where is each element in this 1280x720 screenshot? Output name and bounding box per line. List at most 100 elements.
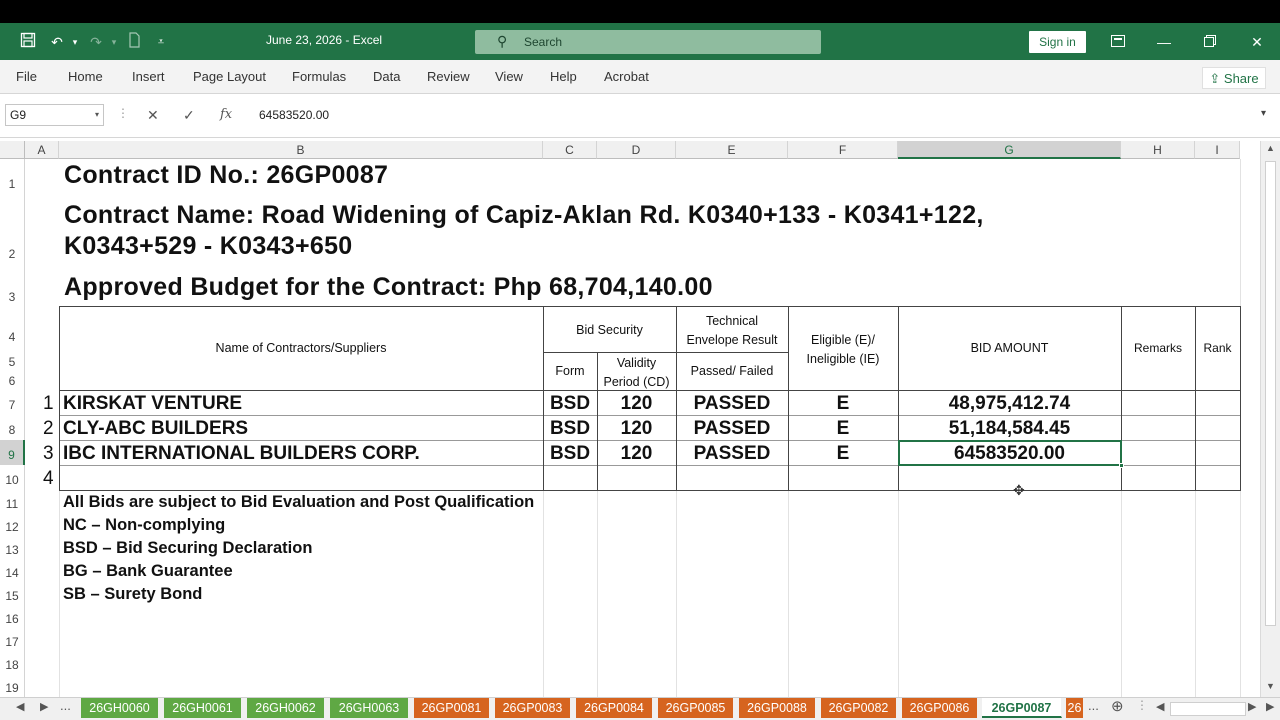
menu-review[interactable]: Review bbox=[427, 69, 470, 84]
hscroll-right-icon[interactable]: ▶ bbox=[1248, 700, 1256, 713]
row-header[interactable]: 5 bbox=[0, 352, 25, 369]
undo-dropdown-icon[interactable]: ▾ bbox=[65, 32, 85, 52]
column-header-h[interactable]: H bbox=[1121, 141, 1195, 159]
sheet-tab[interactable]: 26GH0062 bbox=[247, 698, 325, 718]
name-box-dropdown-icon[interactable]: ▾ bbox=[95, 105, 99, 125]
row-header[interactable]: 13 bbox=[0, 536, 25, 559]
sheet-tab[interactable]: 26GP0085 bbox=[658, 698, 734, 718]
bidder-number: 2 bbox=[43, 418, 54, 439]
redo-icon[interactable]: ↷ bbox=[86, 32, 106, 52]
sheet-tab[interactable]: 26GP0083 bbox=[495, 698, 571, 718]
hscroll-left-icon[interactable]: ◀ bbox=[1156, 700, 1164, 713]
cancel-icon[interactable]: ✕ bbox=[147, 104, 159, 126]
menu-help[interactable]: Help bbox=[550, 69, 577, 84]
column-header-c[interactable]: C bbox=[543, 141, 597, 159]
column-header-i[interactable]: I bbox=[1195, 141, 1240, 159]
gridline bbox=[788, 490, 789, 697]
sheet-tab-active[interactable]: 26GP0087 bbox=[982, 698, 1062, 718]
row-header[interactable]: 18 bbox=[0, 651, 25, 674]
column-header-g[interactable]: G bbox=[898, 141, 1121, 159]
menu-formulas[interactable]: Formulas bbox=[292, 69, 346, 84]
row-header[interactable]: 14 bbox=[0, 559, 25, 582]
insert-function-icon[interactable]: fx bbox=[220, 104, 232, 126]
redo-dropdown-icon[interactable]: ▾ bbox=[104, 32, 124, 52]
row-header[interactable]: 3 bbox=[0, 269, 25, 306]
hscroll-end-icon[interactable]: ▶ bbox=[1266, 700, 1274, 713]
worksheet[interactable]: A B C D E F G H I 1 2 3 4 5 6 7 8 9 10 1… bbox=[0, 138, 1280, 697]
menu-data[interactable]: Data bbox=[373, 69, 400, 84]
tab-scroll-left-icon[interactable]: ◀ bbox=[16, 700, 24, 713]
tab-splitter-icon[interactable]: ⋮ bbox=[1136, 698, 1148, 712]
column-header-a[interactable]: A bbox=[25, 141, 59, 159]
row-header[interactable]: 8 bbox=[0, 415, 25, 440]
row-header[interactable]: 9 bbox=[0, 440, 25, 465]
ribbon-display-icon[interactable] bbox=[1106, 31, 1130, 53]
sign-in-button[interactable]: Sign in bbox=[1029, 31, 1086, 53]
sheet-tab[interactable]: 26GP0088 bbox=[739, 698, 816, 718]
select-all-corner[interactable] bbox=[0, 141, 25, 159]
column-header-e[interactable]: E bbox=[676, 141, 788, 159]
sheet-tab[interactable]: 26GH0061 bbox=[164, 698, 242, 718]
sheet-tab[interactable]: 26GH0063 bbox=[330, 698, 409, 718]
expand-formula-bar-icon[interactable]: ▾ bbox=[1261, 108, 1266, 119]
scroll-up-icon[interactable]: ▲ bbox=[1266, 143, 1275, 153]
bidder-number: 3 bbox=[43, 443, 54, 464]
row-header[interactable]: 11 bbox=[0, 490, 25, 513]
header-form: Form bbox=[555, 364, 585, 378]
row-header[interactable]: 7 bbox=[0, 390, 25, 415]
menu-acrobat[interactable]: Acrobat bbox=[604, 69, 649, 84]
name-box[interactable]: G9 ▾ bbox=[5, 104, 104, 126]
row-header[interactable]: 12 bbox=[0, 513, 25, 536]
tab-more-right[interactable]: ... bbox=[1088, 698, 1099, 713]
active-cell-g9[interactable] bbox=[898, 440, 1122, 466]
vertical-scrollbar[interactable]: ▲ ▼ bbox=[1260, 141, 1280, 697]
column-header-d[interactable]: D bbox=[597, 141, 676, 159]
sheet-tab[interactable]: 26GP0084 bbox=[576, 698, 653, 718]
customize-toolbar-icon[interactable]: ⩡ bbox=[151, 32, 171, 52]
save-icon[interactable] bbox=[18, 32, 38, 52]
row-header[interactable]: 10 bbox=[0, 465, 25, 490]
scroll-thumb[interactable] bbox=[1265, 161, 1276, 626]
menu-insert[interactable]: Insert bbox=[132, 69, 165, 84]
row-header[interactable]: 6 bbox=[0, 369, 25, 390]
tab-scroll-right-icon[interactable]: ▶ bbox=[40, 700, 48, 713]
column-header-b[interactable]: B bbox=[59, 141, 543, 159]
enter-check-icon[interactable]: ✓ bbox=[183, 104, 195, 126]
sheet-tab[interactable]: 26GP0082 bbox=[821, 698, 897, 718]
new-sheet-icon[interactable]: ⊕ bbox=[1111, 697, 1124, 715]
minimize-icon[interactable]: — bbox=[1152, 31, 1176, 53]
undo-icon[interactable]: ↶ bbox=[47, 32, 67, 52]
row-header[interactable]: 4 bbox=[0, 306, 25, 352]
search-box[interactable]: ⚲ Search bbox=[475, 30, 821, 54]
sheet-tab[interactable]: 26GP0086 bbox=[902, 698, 978, 718]
row-header[interactable]: 19 bbox=[0, 674, 25, 697]
sheet-tab[interactable]: 26GH0060 bbox=[81, 698, 159, 718]
row-header[interactable]: 17 bbox=[0, 628, 25, 651]
bid-security-form: BSD bbox=[549, 393, 591, 414]
menu-page-layout[interactable]: Page Layout bbox=[193, 69, 266, 84]
row-header[interactable]: 1 bbox=[0, 159, 25, 194]
formula-value[interactable]: 64583520.00 bbox=[259, 108, 329, 122]
row-header[interactable]: 2 bbox=[0, 194, 25, 269]
share-label: Share bbox=[1223, 71, 1259, 86]
column-header-f[interactable]: F bbox=[788, 141, 898, 159]
menu-file[interactable]: File bbox=[16, 69, 37, 84]
horizontal-scroll-thumb[interactable] bbox=[1170, 702, 1246, 716]
header-rank: Rank bbox=[1203, 341, 1232, 355]
touch-mode-icon[interactable] bbox=[124, 32, 144, 52]
menu-view[interactable]: View bbox=[495, 69, 523, 84]
sheet-tab[interactable]: 26GP0081 bbox=[414, 698, 490, 718]
close-icon[interactable]: ✕ bbox=[1245, 31, 1269, 53]
menu-home[interactable]: Home bbox=[68, 69, 103, 84]
scroll-down-icon[interactable]: ▼ bbox=[1266, 681, 1275, 691]
fill-handle[interactable] bbox=[1119, 463, 1124, 468]
tab-more-left[interactable]: ... bbox=[60, 698, 71, 713]
formula-bar-splitter-icon[interactable]: ⋮ bbox=[117, 106, 129, 120]
gridline bbox=[898, 490, 899, 697]
share-button[interactable]: ⇪ Share bbox=[1202, 67, 1266, 89]
row-header[interactable]: 15 bbox=[0, 582, 25, 605]
sheet-tab[interactable]: 26 bbox=[1066, 698, 1084, 718]
row-header[interactable]: 16 bbox=[0, 605, 25, 628]
validity-period: 120 bbox=[620, 393, 653, 414]
restore-icon[interactable] bbox=[1198, 31, 1222, 53]
